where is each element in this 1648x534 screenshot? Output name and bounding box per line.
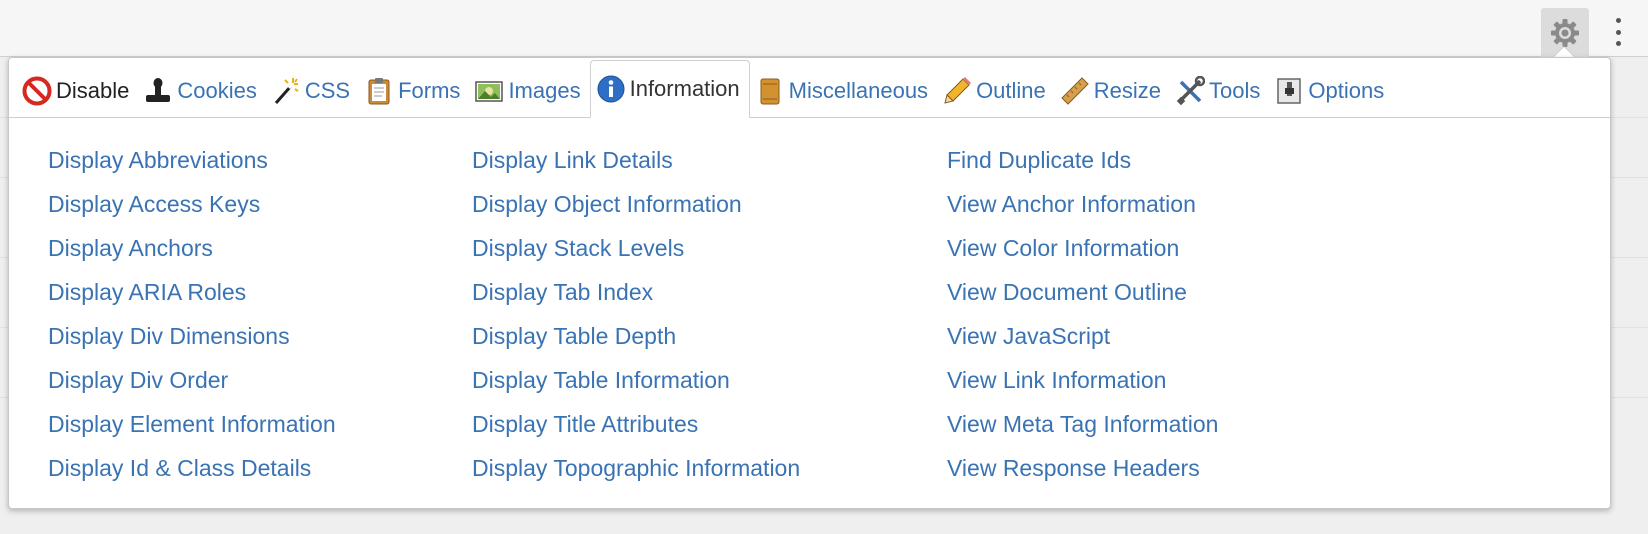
tab-label: Information — [629, 76, 740, 101]
menu-item[interactable]: Display Tab Index — [472, 270, 800, 314]
menu-item[interactable]: View Link Information — [947, 358, 1218, 402]
menu-item[interactable]: Display Object Information — [472, 182, 800, 226]
menu-item[interactable]: Display Topographic Information — [472, 446, 800, 490]
tab-information[interactable]: Information — [589, 60, 750, 118]
css-wand-icon — [270, 75, 302, 107]
menu-item[interactable]: View Document Outline — [947, 270, 1218, 314]
tab-label: Miscellaneous — [788, 78, 929, 103]
tab-label: Tools — [1209, 78, 1261, 103]
menu-item[interactable]: Display Stack Levels — [472, 226, 800, 270]
menu-column-2: Display Link Details Display Object Info… — [472, 138, 800, 490]
tab-label: Options — [1308, 78, 1385, 103]
web-developer-popup: Disable Cookies CSS Forms Images Informa… — [8, 57, 1611, 509]
tab-tools[interactable]: Tools — [1170, 64, 1269, 118]
menu-item[interactable]: Display ARIA Roles — [48, 270, 336, 314]
browser-menu-button[interactable] — [1608, 14, 1628, 50]
information-icon — [595, 73, 627, 105]
outline-pencil-icon — [941, 75, 973, 107]
menu-item[interactable]: View Anchor Information — [947, 182, 1218, 226]
tab-label: Outline — [976, 78, 1046, 103]
menu-column-1: Display Abbreviations Display Access Key… — [48, 138, 336, 490]
cookies-icon — [142, 75, 174, 107]
menu-item[interactable]: View Response Headers — [947, 446, 1218, 490]
menu-item[interactable]: Display Id & Class Details — [48, 446, 336, 490]
tab-label: Cookies — [177, 78, 257, 103]
miscellaneous-icon — [754, 75, 786, 107]
tab-label: Images — [508, 78, 581, 103]
menu-item[interactable]: Display Access Keys — [48, 182, 336, 226]
tab-outline[interactable]: Outline — [937, 64, 1055, 118]
tab-images[interactable]: Images — [469, 64, 589, 118]
tab-css[interactable]: CSS — [266, 64, 359, 118]
forms-clipboard-icon — [363, 75, 395, 107]
menu-item[interactable]: Display Anchors — [48, 226, 336, 270]
menu-item[interactable]: View JavaScript — [947, 314, 1218, 358]
menu-item[interactable]: Display Title Attributes — [472, 402, 800, 446]
disable-icon — [21, 75, 53, 107]
tab-label: Resize — [1093, 78, 1162, 103]
menu-item[interactable]: Display Table Information — [472, 358, 800, 402]
tab-label: Disable — [56, 78, 130, 103]
tab-disable[interactable]: Disable — [17, 64, 138, 118]
menu-item[interactable]: View Color Information — [947, 226, 1218, 270]
tab-cookies[interactable]: Cookies — [138, 64, 265, 118]
options-icon — [1273, 75, 1305, 107]
menu-item[interactable]: View Meta Tag Information — [947, 402, 1218, 446]
tab-bar: Disable Cookies CSS Forms Images Informa… — [9, 58, 1610, 118]
tools-icon — [1174, 75, 1206, 107]
tab-label: CSS — [304, 78, 351, 103]
tab-miscellaneous[interactable]: Miscellaneous — [750, 64, 937, 118]
menu-item[interactable]: Display Element Information — [48, 402, 336, 446]
tab-resize[interactable]: Resize — [1055, 64, 1170, 118]
menu-item[interactable]: Find Duplicate Ids — [947, 138, 1218, 182]
tab-options[interactable]: Options — [1269, 64, 1393, 118]
menu-column-3: Find Duplicate Ids View Anchor Informati… — [947, 138, 1218, 490]
browser-toolbar — [0, 0, 1648, 58]
tab-label: Forms — [398, 78, 461, 103]
menu-item[interactable]: Display Link Details — [472, 138, 800, 182]
menu-item[interactable]: Display Div Order — [48, 358, 336, 402]
resize-ruler-icon — [1059, 75, 1091, 107]
tab-forms[interactable]: Forms — [359, 64, 469, 118]
menu-item[interactable]: Display Abbreviations — [48, 138, 336, 182]
gear-icon — [1551, 19, 1579, 47]
menu-item[interactable]: Display Div Dimensions — [48, 314, 336, 358]
menu-item[interactable]: Display Table Depth — [472, 314, 800, 358]
images-icon — [473, 75, 505, 107]
